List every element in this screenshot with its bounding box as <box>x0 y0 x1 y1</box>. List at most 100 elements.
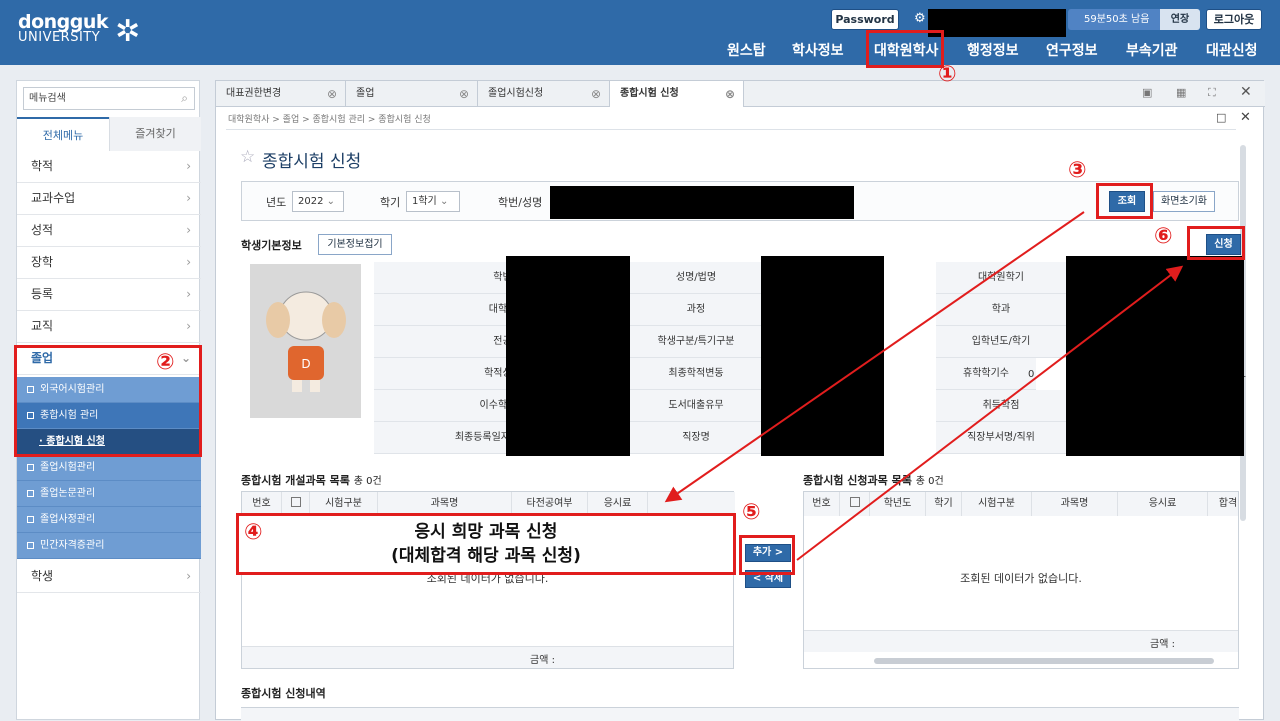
student-photo: D <box>250 264 361 418</box>
label-grad-semester: 대학원학기 <box>936 262 1066 294</box>
checkbox[interactable] <box>290 497 301 507</box>
grid-footer: 금액 : <box>242 646 733 668</box>
logout-button[interactable]: 로그아웃 <box>1206 9 1262 30</box>
tab-all-menu[interactable]: 전체메뉴 <box>17 117 109 151</box>
nav-research[interactable]: 연구정보 <box>1046 40 1098 60</box>
close-all-icon[interactable]: ✕ <box>1240 84 1252 100</box>
sidebar-item-course[interactable]: 교과수업 › <box>17 183 201 215</box>
search-placeholder: 메뉴검색 <box>29 93 66 104</box>
col-year: 학년도 <box>870 492 926 516</box>
sidebar-item-student[interactable]: 학생 › <box>17 561 201 593</box>
logo[interactable]: dongguk UNIVERSITY <box>18 13 109 46</box>
sidebar-item-label: 등록 <box>31 287 54 301</box>
h-scrollbar[interactable] <box>874 658 1214 664</box>
col-no: 번호 <box>804 492 840 516</box>
annotation-box-3 <box>1096 183 1153 219</box>
sidebar-sub-gradexam[interactable]: 졸업시험관리 <box>17 455 201 481</box>
tab-bar: 대표권한변경 ⊗ 졸업 ⊗ 졸업시험신청 ⊗ 종합시험 신청 ⊗ ▣ ▦ ⛶ ✕ <box>216 81 1265 107</box>
nav-onestop[interactable]: 원스탑 <box>727 40 766 60</box>
sidebar-item-teaching[interactable]: 교직 › <box>17 311 201 343</box>
tab-graduation[interactable]: 졸업 ⊗ <box>346 81 478 107</box>
fold-info-button[interactable]: 기본정보접기 <box>318 234 392 255</box>
sidebar-sub-assessment[interactable]: 졸업사정관리 <box>17 507 201 533</box>
annotation-box-1 <box>866 30 944 68</box>
tab-gradexam-apply[interactable]: 졸업시험신청 ⊗ <box>478 81 610 107</box>
password-button[interactable]: Password <box>831 9 899 30</box>
search-icon[interactable]: ⌕ <box>181 88 188 109</box>
sidebar-item-grade[interactable]: 성적 › <box>17 215 201 247</box>
applied-subjects-title: 종합시험 신청과목 목록 총 0건 <box>803 472 944 488</box>
label-department: 학과 <box>936 294 1066 326</box>
chevron-right-icon: › <box>186 223 191 237</box>
tab-comprehensive-apply[interactable]: 종합시험 신청 ⊗ <box>610 81 744 107</box>
tab-label: 졸업 <box>356 88 375 99</box>
nav-rental[interactable]: 대관신청 <box>1206 40 1258 60</box>
gear-icon[interactable]: ⚙ <box>914 11 926 26</box>
svg-text:D: D <box>301 357 310 371</box>
sidebar-sub-thesis[interactable]: 졸업논문관리 <box>17 481 201 507</box>
grid-count: 총 0건 <box>915 476 944 487</box>
grid-title: 종합시험 신청과목 목록 <box>803 474 912 487</box>
star-icon[interactable]: ☆ <box>240 147 255 167</box>
overlay-text: 응시 희망 과목 신청 (대체합격 해당 과목 신청) <box>239 520 733 568</box>
sidebar-item-label: 교과수업 <box>31 191 76 205</box>
nav-admin[interactable]: 행정정보 <box>967 40 1019 60</box>
marker-6: ⑥ <box>1154 224 1173 249</box>
extend-button[interactable]: 연장 <box>1160 9 1200 30</box>
divider <box>226 129 1236 130</box>
close-icon[interactable]: ⊗ <box>327 81 337 107</box>
session-timer: 59분50초 남음 연장 <box>1068 9 1200 30</box>
redacted-id <box>550 186 854 219</box>
grid-icon[interactable]: ▦ <box>1176 86 1186 99</box>
mascot-icon: D <box>266 291 346 392</box>
sidebar-sub-label: 민간자격증관리 <box>40 540 105 551</box>
tab-label: 종합시험 신청 <box>620 88 679 99</box>
sidebar-sub-label: 졸업시험관리 <box>40 462 96 473</box>
annotation-box-6 <box>1187 226 1245 260</box>
grid-title: 종합시험 개설과목 목록 <box>241 474 350 487</box>
overlay-line1: 응시 희망 과목 신청 <box>414 522 558 542</box>
sidebar-item-label: 교직 <box>31 319 54 333</box>
square-icon <box>27 490 34 497</box>
overlay-line2: (대체합격 해당 과목 신청) <box>391 546 581 566</box>
maximize-icon[interactable]: □ <box>1216 111 1226 124</box>
history-table <box>241 707 1239 721</box>
student-info-title: 학생기본정보 <box>241 239 302 252</box>
sidebar-item-scholarship[interactable]: 장학 › <box>17 247 201 279</box>
term-value: 1학기 <box>412 196 437 207</box>
year-select[interactable]: 2022 ⌄ <box>292 191 344 212</box>
sidebar-item-hakjeok[interactable]: 학적 › <box>17 151 201 183</box>
checkbox[interactable] <box>849 497 860 507</box>
tab-favorites[interactable]: 즐겨찾기 <box>109 117 201 151</box>
close-icon[interactable]: ⊗ <box>725 81 735 107</box>
reset-button[interactable]: 화면초기화 <box>1153 191 1215 212</box>
grid-count: 총 0건 <box>353 476 382 487</box>
close-icon[interactable]: ⊗ <box>459 81 469 107</box>
chevron-right-icon: › <box>186 319 191 333</box>
logo-subtext: UNIVERSITY <box>18 30 101 45</box>
close-icon[interactable]: ⊗ <box>591 81 601 107</box>
nav-academic[interactable]: 학사정보 <box>792 40 844 60</box>
top-bar: dongguk UNIVERSITY ✲ Password ⚙ 59분50초 남… <box>0 0 1280 65</box>
window-icon[interactable]: ▣ <box>1142 86 1152 99</box>
chevron-down-icon: ⌄ <box>326 196 336 207</box>
square-icon <box>27 542 34 549</box>
label-library: 도서대출유무 <box>631 390 761 422</box>
tab-rep-auth[interactable]: 대표권한변경 ⊗ <box>216 81 346 107</box>
sidebar-item-registration[interactable]: 등록 › <box>17 279 201 311</box>
square-icon <box>27 516 34 523</box>
marker-2: ② <box>156 350 175 375</box>
redacted-col2 <box>761 256 884 456</box>
menu-search-input[interactable]: 메뉴검색 ⌕ <box>23 87 195 110</box>
id-label: 학번/성명 <box>498 196 543 209</box>
redacted-col3 <box>1066 256 1244 456</box>
nav-affiliated[interactable]: 부속기관 <box>1126 40 1178 60</box>
term-select[interactable]: 1학기 ⌄ <box>406 191 460 212</box>
fullscreen-icon[interactable]: ⛶ <box>1208 86 1216 100</box>
sidebar-sub-license[interactable]: 민간자격증관리 <box>17 533 201 559</box>
close-icon[interactable]: ✕ <box>1240 110 1251 125</box>
label-course: 과정 <box>631 294 761 326</box>
logo-mark-icon: ✲ <box>115 14 141 49</box>
chevron-right-icon: › <box>186 191 191 205</box>
col-check[interactable] <box>840 492 870 516</box>
